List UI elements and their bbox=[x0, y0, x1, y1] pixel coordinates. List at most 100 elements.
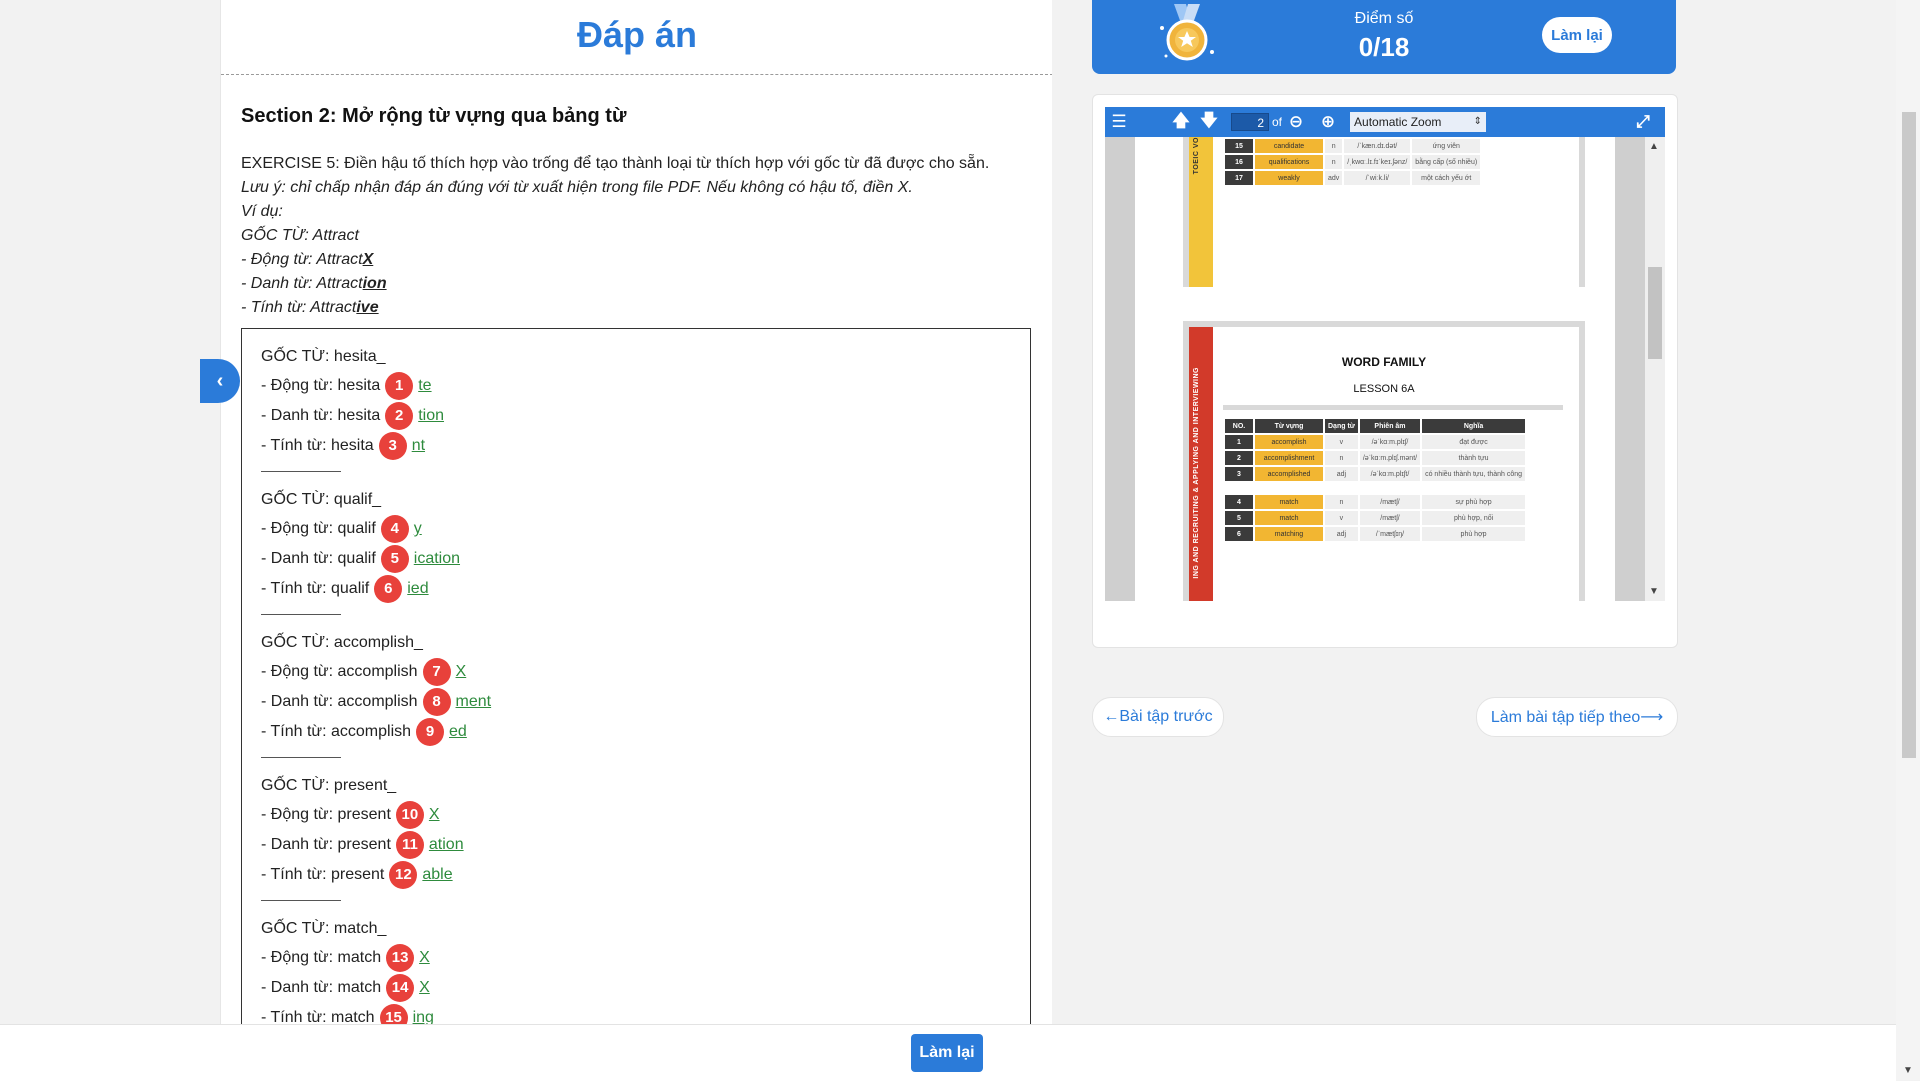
pdf-page-area[interactable]: TOEIC VO 15 candidate n/ˈkæn.dɪ.dət/ứng vi… bbox=[1105, 137, 1665, 601]
root-word: GỐC TỪ: match_ bbox=[261, 920, 387, 937]
answer-row: - Danh từ: hesita 2 tion bbox=[261, 401, 1030, 431]
pdf-cell-word: matching bbox=[1255, 527, 1323, 541]
page-number-input[interactable]: 2 bbox=[1231, 113, 1269, 131]
pdf-page-1: TOEIC VO 15 candidate n/ˈkæn.dɪ.dət/ứng vi… bbox=[1135, 137, 1615, 297]
exercise-note: Lưu ý: chỉ chấp nhận đáp án đúng với từ … bbox=[241, 179, 913, 196]
page-of-label: of bbox=[1272, 115, 1283, 129]
question-number-badge: 3 bbox=[378, 432, 407, 460]
page-margin bbox=[0, 0, 200, 1080]
group-divider bbox=[261, 465, 341, 472]
root-word: GỐC TỪ: hesita_ bbox=[261, 348, 386, 365]
pdf-cell-no: 1 bbox=[1225, 435, 1253, 449]
window-scrollbar[interactable]: ▼ bbox=[1896, 0, 1920, 1080]
pdf-cell-no: 2 bbox=[1225, 451, 1253, 465]
window-scroll-thumb[interactable] bbox=[1902, 112, 1916, 758]
answer-label: - Tính từ: match bbox=[261, 1009, 375, 1024]
answer-row: - Danh từ: match 14 X bbox=[261, 973, 1030, 1003]
correct-answer: y bbox=[413, 520, 422, 537]
scroll-down-icon[interactable]: ▼ bbox=[1649, 586, 1659, 597]
pdf-lesson: LESSON 6A bbox=[1353, 383, 1415, 395]
answer-row: - Danh từ: qualif 5 ication bbox=[261, 544, 1030, 574]
pdf-cell-ipa: /əˈkɑːm.plɪʃt/ bbox=[1359, 467, 1421, 481]
pdf-cell-word: accomplish bbox=[1255, 435, 1323, 449]
pdf-cell-no: 5 bbox=[1225, 511, 1253, 525]
answer-row: - Động từ: match 13 X bbox=[261, 943, 1030, 973]
correct-answer: able bbox=[422, 866, 453, 883]
answer-row: - Tính từ: qualif 6 ied bbox=[261, 574, 1030, 604]
answer-row: - Động từ: qualif 4 y bbox=[261, 514, 1030, 544]
pdf-cell-no: 16 bbox=[1225, 155, 1253, 169]
correct-answer: X bbox=[428, 806, 440, 823]
pdf-cell-type: n bbox=[1325, 451, 1358, 465]
pdf-title: WORD FAMILY bbox=[1341, 355, 1427, 369]
word-group: GỐC TỪ: hesita_ - Động từ: hesita 1 te - Dan… bbox=[261, 343, 1030, 472]
question-number-badge: 14 bbox=[386, 974, 415, 1002]
example-verb: - Động từ: AttractX bbox=[241, 251, 374, 268]
question-number-badge: 8 bbox=[422, 688, 451, 716]
pdf-cell-no: 6 bbox=[1225, 527, 1253, 541]
root-word: GỐC TỪ: present_ bbox=[261, 777, 397, 794]
pdf-cell-type: v bbox=[1325, 511, 1358, 525]
fullscreen-icon[interactable]: ⤢ bbox=[1629, 112, 1657, 132]
pdf-table-header: NO. bbox=[1225, 419, 1253, 433]
answer-row: - Tính từ: present 12 able bbox=[261, 860, 1030, 890]
pdf-scrollbar[interactable]: ▲ ▼ bbox=[1645, 137, 1665, 601]
retry-button-bottom[interactable]: Làm lại bbox=[911, 1034, 983, 1072]
zoom-out-icon[interactable]: ⊖ bbox=[1282, 112, 1310, 132]
pdf-scroll-thumb[interactable] bbox=[1648, 267, 1662, 359]
example-adjective: - Tính từ: Attractive bbox=[241, 299, 379, 316]
question-number-badge: 11 bbox=[395, 831, 424, 859]
question-number-badge: 4 bbox=[380, 515, 409, 543]
answer-row: - Động từ: present 10 X bbox=[261, 800, 1030, 830]
pdf-cell-meaning: bằng cấp (số nhiều) bbox=[1412, 155, 1481, 169]
correct-answer: ment bbox=[455, 693, 492, 710]
pdf-cell-word: qualifications bbox=[1255, 155, 1323, 169]
pdf-cell-word: accomplished bbox=[1255, 467, 1323, 481]
pdf-cell-ipa: /əˈkɑːm.plɪʃ.mənt/ bbox=[1359, 451, 1421, 465]
pdf-cell-type: adv bbox=[1325, 171, 1343, 185]
pdf-viewer: ☰ 🡅 🡇 2 of ⊖ ⊕ Automatic Zoom ⇕ ⤢ TOEIC V… bbox=[1092, 94, 1678, 648]
scroll-down-icon[interactable]: ▼ bbox=[1903, 1065, 1913, 1076]
correct-answer: te bbox=[418, 377, 432, 394]
correct-answer: ing bbox=[412, 1009, 434, 1024]
pdf-cell-ipa: /əˈkɑːm.plɪʃ/ bbox=[1359, 435, 1421, 449]
page1-side-band: TOEIC VO bbox=[1189, 137, 1213, 291]
answer-label: - Danh từ: present bbox=[261, 836, 391, 853]
section-title: Section 2: Mở rộng từ vựng qua bảng từ bbox=[241, 105, 627, 127]
answer-label: - Danh từ: match bbox=[261, 979, 382, 996]
pdf-cell-type: v bbox=[1325, 435, 1358, 449]
arrow-down-icon[interactable]: 🡇 bbox=[1195, 108, 1223, 137]
word-group: GỐC TỪ: present_ - Động từ: present 10 X - D… bbox=[261, 772, 1030, 901]
question-number-badge: 15 bbox=[379, 1004, 408, 1024]
correct-answer: ed bbox=[449, 723, 467, 740]
answer-label: - Động từ: hesita bbox=[261, 377, 381, 394]
correct-answer: ied bbox=[407, 580, 429, 597]
arrow-up-icon[interactable]: 🡅 bbox=[1167, 108, 1195, 137]
retry-button-top[interactable]: Làm lại bbox=[1542, 17, 1612, 53]
pdf-cell-ipa: /mætʃ/ bbox=[1359, 511, 1421, 525]
pdf-cell-meaning: thành tựu bbox=[1422, 451, 1526, 465]
answer-row: - Danh từ: present 11 ation bbox=[261, 830, 1030, 860]
pdf-cell-word: match bbox=[1255, 511, 1323, 525]
zoom-in-icon[interactable]: ⊕ bbox=[1314, 112, 1342, 132]
next-exercise-button[interactable]: Làm bài tập tiếp theo⟶ bbox=[1476, 697, 1678, 737]
menu-icon[interactable]: ☰ bbox=[1105, 112, 1133, 132]
answer-row: - Danh từ: accomplish 8 ment bbox=[261, 687, 1030, 717]
pdf-cell-meaning: phù hợp bbox=[1422, 527, 1526, 541]
exercise-description: EXERCISE 5: Điền hậu tố thích hợp vào tr… bbox=[241, 152, 1033, 320]
pdf-cell-meaning: một cách yếu ớt bbox=[1412, 171, 1481, 185]
page1-vocab-table: 15 candidate n/ˈkæn.dɪ.dət/ứng viên 16 quali… bbox=[1223, 137, 1482, 187]
scroll-up-icon[interactable]: ▲ bbox=[1649, 141, 1659, 152]
pdf-table-row: 6 matching adj/ˈmætʃɪŋ/phù hợp bbox=[1225, 527, 1526, 541]
right-sidebar: Điểm số 0/18 Làm lại ☰ 🡅 🡇 2 of ⊖ ⊕ Auto… bbox=[1052, 0, 1696, 1024]
group-divider bbox=[261, 751, 341, 758]
previous-exercise-button[interactable]: ←Bài tập trước bbox=[1092, 697, 1224, 737]
zoom-select[interactable]: Automatic Zoom ⇕ bbox=[1350, 112, 1487, 132]
answer-label: - Tính từ: present bbox=[261, 866, 385, 883]
correct-answer: nt bbox=[411, 437, 426, 454]
pdf-table-row: 1 accomplish v/əˈkɑːm.plɪʃ/đạt được bbox=[1225, 435, 1526, 449]
pdf-cell-no: 4 bbox=[1225, 495, 1253, 509]
answer-label: - Động từ: present bbox=[261, 806, 391, 823]
bottom-bar: Làm lại bbox=[0, 1024, 1896, 1081]
pdf-table-row: 16 qualifications n/ˌkwɑː.lɪ.fɪˈkeɪ.ʃənz/b… bbox=[1225, 155, 1481, 169]
